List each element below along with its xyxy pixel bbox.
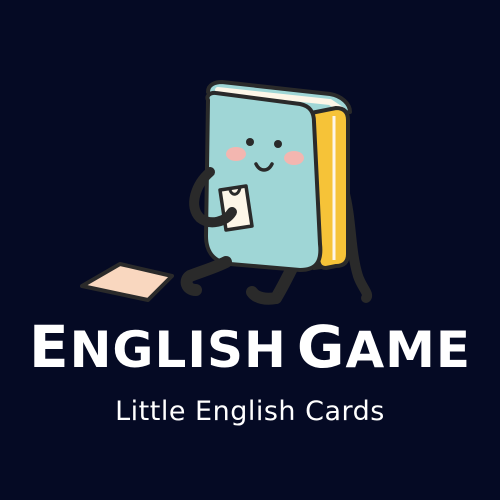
logo-canvas: ENGLISH GAME Little English Cards [0,0,500,500]
flashcard-icon [80,262,174,302]
logo-title: ENGLISH GAME [0,312,500,385]
logo-subtitle: Little English Cards [115,396,385,427]
logo-title-word-1: ENGLISH [28,313,287,381]
book-mascot-icon [80,80,372,305]
logo-title-word-2: GAME [296,313,472,381]
